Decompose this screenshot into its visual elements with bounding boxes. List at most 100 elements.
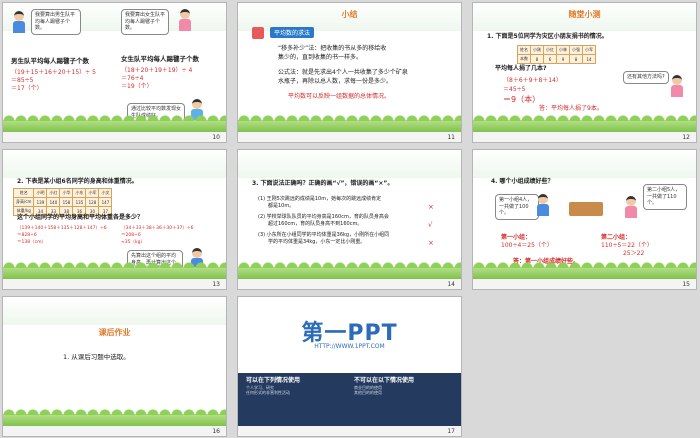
formula-line: ≈35（kg） <box>121 240 145 245</box>
table-row: 姓名 小明 小红 小华 小东 小军 小文 <box>12 188 113 198</box>
table-cell: 小强 <box>569 45 583 55</box>
table-cell: 8 <box>530 54 544 64</box>
slide-footer: 14 <box>238 279 461 289</box>
table-row: 本数 8 6 9 8 14 <box>517 54 596 64</box>
slide-number: 16 <box>212 428 220 435</box>
slide-number: 12 <box>682 134 690 141</box>
slide-14[interactable]: 3. 下面说法正确吗？正确的画“√”，错误的画“×”。 (1) 王刚5次跳远的成… <box>237 149 462 290</box>
question-text: 3. 下面说法正确吗？正确的画“√”，错误的画“×”。 <box>252 180 394 187</box>
forbidden-heading: 不可以在以下情况使用 <box>354 377 415 384</box>
formula-line: ＝45÷5 <box>503 86 526 93</box>
girl-avatar <box>669 75 685 97</box>
allowed-item: 任何形式的非营利性活动 <box>246 389 290 395</box>
table-cell: 小红 <box>543 45 557 55</box>
allowed-heading: 可以在下列情况使用 <box>246 377 301 384</box>
boy-avatar <box>535 194 551 216</box>
statement-1: (1) 王刚5次跳远的成绩是10m，她每次的跳远成绩肯定 <box>258 196 382 202</box>
statement-1-cont: 都是10m。 <box>268 203 295 209</box>
formula-line: ＝828÷6 <box>17 233 37 238</box>
table-cell: 139 <box>33 197 48 207</box>
grass-strip <box>238 115 461 132</box>
statement-2: (2) 学校举球队队员的平均身高是160cm，育的队员身高会 <box>258 214 389 220</box>
slide-16[interactable]: 课后作业 1. 从课后习题中选取。 16 <box>2 296 227 437</box>
table-cell: 小军 <box>582 45 596 55</box>
formula-line: ＝9（本） <box>503 95 541 104</box>
group1-label: 第一小组： <box>501 234 532 241</box>
table-cell: 128 <box>85 197 100 207</box>
girl-avatar <box>623 196 639 218</box>
table-cell: 小华 <box>59 188 74 198</box>
formula-line: （139＋140＋158＋135＋128＋147）÷6 <box>17 226 107 231</box>
formula-line: （34＋33＋38＋36＋30＋37）÷6 <box>121 226 194 231</box>
table-cell: 140 <box>46 197 61 207</box>
boys-heading: 男生队平均每人踢毽子个数 <box>11 57 89 65</box>
statement-3: (3) 小东所在小组同学的平均体重是36kg，小刚所在小组同 <box>258 232 390 238</box>
data-table: 姓名 小刚 小红 小林 小强 小军 本数 8 6 9 8 14 <box>517 45 596 64</box>
slide-number: 10 <box>212 134 220 141</box>
sky-bg <box>473 150 696 178</box>
slide-15[interactable]: 4. 哪个小组成绩好些？ 第一小组4人，一共做了100个。 第二小组5人，一共做… <box>472 149 697 290</box>
grass-strip <box>238 262 461 279</box>
brand-area: 第一PPT HTTP://WWW.1PPT.COM <box>238 297 461 373</box>
grass-strip <box>3 262 226 279</box>
slide-12[interactable]: 随堂小测 1. 下面是5位同学为灾区小朋友捐书的情况。 姓名 小刚 小红 小林 小强 小军… <box>472 2 697 143</box>
slide-footer: 11 <box>238 132 461 142</box>
slide-footer: 15 <box>473 279 696 289</box>
question-text: 4. 哪个小组成绩好些？ <box>491 178 554 185</box>
table-cell: 姓名 <box>517 45 531 55</box>
answer-text: 答：平均每人捐了9本。 <box>539 105 603 112</box>
slide-13[interactable]: 2. 下表是某小组6名同学的身高和体重情况。 姓名 小明 小红 小华 小东 小军 小文 身高… <box>2 149 227 290</box>
license-forbidden: 不可以在以下情况使用 商业目的的使用 其他目的的使用 <box>354 377 454 395</box>
method-line: 公式法：就是先求出4个人一共收集了多少个矿泉 <box>278 69 408 76</box>
table-row: 姓名 小刚 小红 小林 小强 小军 <box>517 45 596 55</box>
statement-2-cont: 超过160cm，育的队员身高不到160cm。 <box>268 221 363 227</box>
sky-bg <box>238 150 461 178</box>
grass-strip <box>3 409 226 426</box>
boys-formula: （19＋15＋16＋20＋15）÷ 5 ＝85÷5 ＝17（个） <box>11 69 96 92</box>
method-line: “移多补少”法：把收集的书从多的移给收 <box>278 45 387 52</box>
slide-title: 课后作业 <box>98 328 131 337</box>
table-cell: 158 <box>59 197 74 207</box>
mark-3: × <box>428 239 434 247</box>
method-line: 水瓶子，再除以总人数，求每一份是多少。 <box>278 78 393 85</box>
table-cell: 小文 <box>98 188 113 198</box>
table-cell: 8 <box>569 54 583 64</box>
table-cell: 身高/cm <box>12 197 35 207</box>
slide-footer: 16 <box>3 426 226 436</box>
mark-1: × <box>428 203 434 211</box>
grass-strip <box>473 115 696 132</box>
slide-footer: 17 <box>238 426 461 436</box>
speech-bubble: 我要算出女生队平均每人踢毽子个数。 <box>121 9 169 35</box>
question-text: 1. 下面是5位同学为灾区小朋友捐书的情况。 <box>487 33 608 40</box>
group1-calc: 100÷4＝25（个） <box>501 242 553 249</box>
formula-line: （8＋6＋9＋8＋14） <box>503 77 562 84</box>
formula-line: ＝208÷6 <box>121 233 141 238</box>
table-cell: 14 <box>582 54 596 64</box>
table-cell: 9 <box>556 54 570 64</box>
table-cell: 小刚 <box>530 45 544 55</box>
table-cell: 小红 <box>46 188 61 198</box>
method-line: 集少的，直到收集的书一样多。 <box>278 54 363 61</box>
homework-item: 1. 从课后习题中选取。 <box>63 353 130 361</box>
group2-label: 第二小组： <box>601 234 632 241</box>
table-cell: 小明 <box>33 188 48 198</box>
speech-bubble: 第一小组4人，一共做了100个。 <box>495 194 539 220</box>
forbidden-item: 其他目的的使用 <box>354 389 382 395</box>
girls-formula: （18＋20＋19＋19）÷ 4 ＝76÷4 ＝19（个） <box>121 67 193 90</box>
slide-number: 13 <box>212 281 220 288</box>
ask-text: 这个小组同学的平均身高和平均体重各是多少？ <box>17 214 144 221</box>
slide-number: 11 <box>447 134 455 141</box>
slide-17[interactable]: 第一PPT HTTP://WWW.1PPT.COM 可以在下列情况使用 个人学习… <box>237 296 462 437</box>
slide-number: 17 <box>447 428 455 435</box>
desk-illustration <box>569 202 603 216</box>
summary-line: 平均数可以反映一组数据的总体情况。 <box>288 93 391 100</box>
slide-number: 15 <box>682 281 690 288</box>
slide-10[interactable]: 我要算出男生队平均每人踢毽子个数。 我要算出女生队平均每人踢毽子个数。 男生队平… <box>2 2 227 143</box>
mark-2: √ <box>428 221 433 229</box>
slide-11[interactable]: 小结 平均数的求法 “移多补少”法：把收集的书从多的移给收 集少的，直到收集的书… <box>237 2 462 143</box>
formula-line: ＝138（cm） <box>17 240 46 245</box>
table-row: 身高/cm 139 140 158 135 128 147 <box>12 197 113 207</box>
grass-strip <box>3 115 226 132</box>
table-cell: 小东 <box>72 188 87 198</box>
comparison: 25＞22 <box>623 250 645 257</box>
